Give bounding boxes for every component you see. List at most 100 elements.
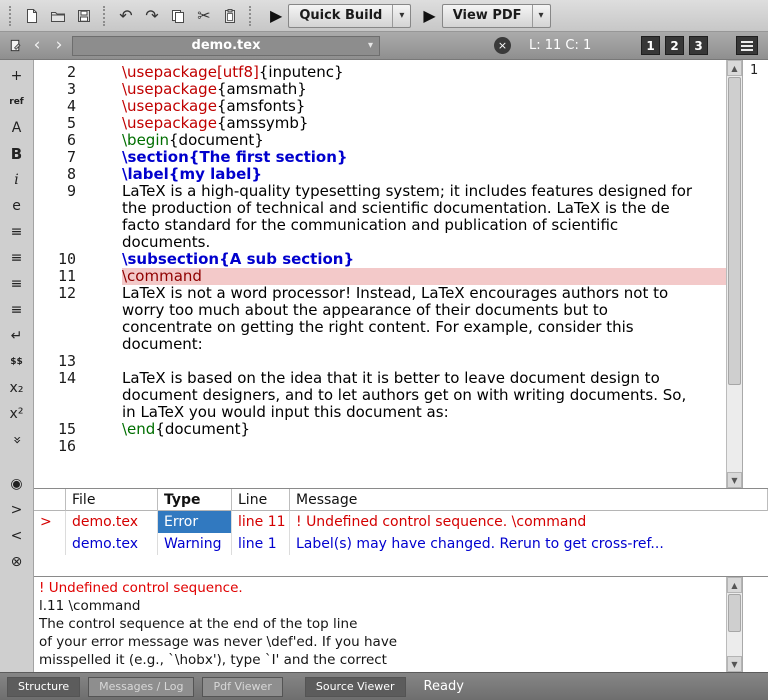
- type-column-header[interactable]: Type: [158, 489, 232, 511]
- scroll-up-icon[interactable]: ▲: [727, 577, 742, 593]
- new-document-button[interactable]: [20, 4, 44, 28]
- log-line: ! Undefined control sequence.: [39, 579, 726, 597]
- editor-line-10[interactable]: 10\subsection{A sub section}: [34, 251, 726, 268]
- editor-line-5[interactable]: 5\usepackage{amssymb}: [34, 115, 726, 132]
- texmaker-window: ↶ ↷ ✂ ▶ Quick Build ▾ ▶ View PDF ▾ ‹ › d…: [0, 0, 768, 700]
- view-pdf-run-button[interactable]: ▶: [423, 8, 435, 24]
- close-document-button[interactable]: ×: [494, 37, 511, 54]
- redo-icon: ↷: [145, 6, 158, 25]
- log-scrollbar[interactable]: ▲ ▼: [726, 577, 742, 672]
- chevron-down-icon[interactable]: ▾: [392, 5, 410, 27]
- layout-button-3[interactable]: 3: [689, 36, 708, 55]
- editor-line-6[interactable]: 6\begin{document}: [34, 132, 726, 149]
- scrollbar-thumb[interactable]: [728, 594, 741, 632]
- log-margin-strip: [742, 577, 768, 672]
- display-math-icon[interactable]: $$: [4, 350, 30, 374]
- editor-margin-strip: 1: [742, 60, 768, 488]
- superscript-icon[interactable]: x²: [4, 402, 30, 426]
- editor-line-9[interactable]: 9LaTeX is a high-quality typesetting sys…: [34, 183, 726, 251]
- paste-button[interactable]: [218, 4, 242, 28]
- save-button[interactable]: [72, 4, 96, 28]
- description-icon[interactable]: ≡: [4, 272, 30, 296]
- message-type: Warning: [158, 533, 232, 555]
- pdf-viewer-button[interactable]: Pdf Viewer: [202, 677, 282, 697]
- emph-icon[interactable]: e: [4, 194, 30, 218]
- cut-button[interactable]: ✂: [192, 4, 216, 28]
- open-folder-icon: [50, 8, 66, 24]
- marker-column-header: [34, 489, 66, 511]
- enumerate-icon[interactable]: ≡: [4, 246, 30, 270]
- toolbar-separator: [103, 6, 107, 26]
- editor-line-8[interactable]: 8\label{my label}: [34, 166, 726, 183]
- previous-error-icon[interactable]: <: [4, 524, 30, 548]
- status-ready: Ready: [424, 679, 464, 694]
- save-icon: [76, 8, 92, 24]
- editor-line-2[interactable]: 2\usepackage[utf8]{inputenc}: [34, 64, 726, 81]
- open-file-button[interactable]: [46, 4, 70, 28]
- main-column: 2\usepackage[utf8]{inputenc}3\usepackage…: [34, 60, 768, 672]
- layout-button-1[interactable]: 1: [641, 36, 660, 55]
- editor-line-3[interactable]: 3\usepackage{amsmath}: [34, 81, 726, 98]
- messages-log-button[interactable]: Messages / Log: [88, 677, 194, 697]
- current-file-name: demo.tex: [192, 38, 261, 53]
- file-column-header[interactable]: File: [66, 489, 158, 511]
- view-pdf-select[interactable]: View PDF ▾: [442, 4, 551, 28]
- message-row[interactable]: >demo.texErrorline 11! Undefined control…: [34, 511, 768, 533]
- scroll-down-icon[interactable]: ▼: [727, 472, 742, 488]
- log-line: misspelled it (e.g., `\hobx'), type `I' …: [39, 651, 726, 669]
- collapse-icon[interactable]: »: [5, 427, 29, 453]
- list-environment-icon[interactable]: ≡: [4, 298, 30, 322]
- next-error-icon[interactable]: >: [4, 498, 30, 522]
- editor-scrollbar[interactable]: ▲ ▼: [726, 60, 742, 488]
- editor-line-7[interactable]: 7\section{The first section}: [34, 149, 726, 166]
- editor-line-12[interactable]: 12LaTeX is not a word processor! Instead…: [34, 285, 726, 353]
- editor-panel[interactable]: 2\usepackage[utf8]{inputenc}3\usepackage…: [34, 60, 768, 488]
- message-column-header[interactable]: Message: [290, 489, 768, 511]
- quick-build-select[interactable]: Quick Build ▾: [288, 4, 411, 28]
- line-number: 12: [34, 285, 122, 353]
- editor-line-11[interactable]: 11\command: [34, 268, 726, 285]
- chevron-down-icon[interactable]: ▾: [532, 5, 550, 27]
- insert-environment-icon[interactable]: +: [4, 64, 30, 88]
- layout-button-2[interactable]: 2: [665, 36, 684, 55]
- ref-icon[interactable]: ref: [4, 90, 30, 114]
- subscript-icon[interactable]: x₂: [4, 376, 30, 400]
- message-row[interactable]: demo.texWarningline 1Label(s) may have c…: [34, 533, 768, 555]
- newline-icon[interactable]: ↵: [4, 324, 30, 348]
- label-icon[interactable]: A: [4, 116, 30, 140]
- editor-line-16[interactable]: 16: [34, 438, 726, 455]
- scroll-down-icon[interactable]: ▼: [727, 656, 742, 672]
- structure-list-button[interactable]: [736, 36, 758, 55]
- undo-button[interactable]: ↶: [114, 4, 138, 28]
- forward-button[interactable]: ›: [50, 35, 68, 57]
- quick-build-run-button[interactable]: ▶: [270, 8, 282, 24]
- editor-line-14[interactable]: 14LaTeX is based on the idea that it is …: [34, 370, 726, 421]
- editor-line-13[interactable]: 13: [34, 353, 726, 370]
- line-number: 13: [34, 353, 122, 370]
- editor-line-15[interactable]: 15\end{document}: [34, 421, 726, 438]
- copy-icon: [170, 8, 186, 24]
- log-line: The control sequence at the end of the t…: [39, 615, 726, 633]
- close-icon: ×: [498, 40, 507, 51]
- itemize-icon[interactable]: ≡: [4, 220, 30, 244]
- message-line: line 1: [232, 533, 290, 555]
- stop-icon[interactable]: ⊗: [4, 550, 30, 574]
- scroll-up-icon[interactable]: ▲: [727, 60, 742, 76]
- structure-button[interactable]: Structure: [7, 677, 80, 697]
- eye-icon[interactable]: ◉: [4, 472, 30, 496]
- new-document-icon: [24, 8, 40, 24]
- code-area[interactable]: 2\usepackage[utf8]{inputenc}3\usepackage…: [34, 60, 726, 488]
- copy-button[interactable]: [166, 4, 190, 28]
- bold-icon[interactable]: B: [4, 142, 30, 166]
- line-column-header[interactable]: Line: [232, 489, 290, 511]
- italic-icon[interactable]: i: [4, 168, 30, 192]
- scrollbar-thumb[interactable]: [728, 77, 741, 385]
- line-number: 11: [34, 268, 122, 285]
- editor-line-4[interactable]: 4\usepackage{amsfonts}: [34, 98, 726, 115]
- redo-button[interactable]: ↷: [140, 4, 164, 28]
- back-button[interactable]: ‹: [28, 35, 46, 57]
- open-file-selector[interactable]: demo.tex ▾: [72, 36, 380, 56]
- edit-document-button[interactable]: [6, 35, 24, 57]
- row-marker: >: [34, 511, 66, 533]
- source-viewer-button[interactable]: Source Viewer: [305, 677, 406, 697]
